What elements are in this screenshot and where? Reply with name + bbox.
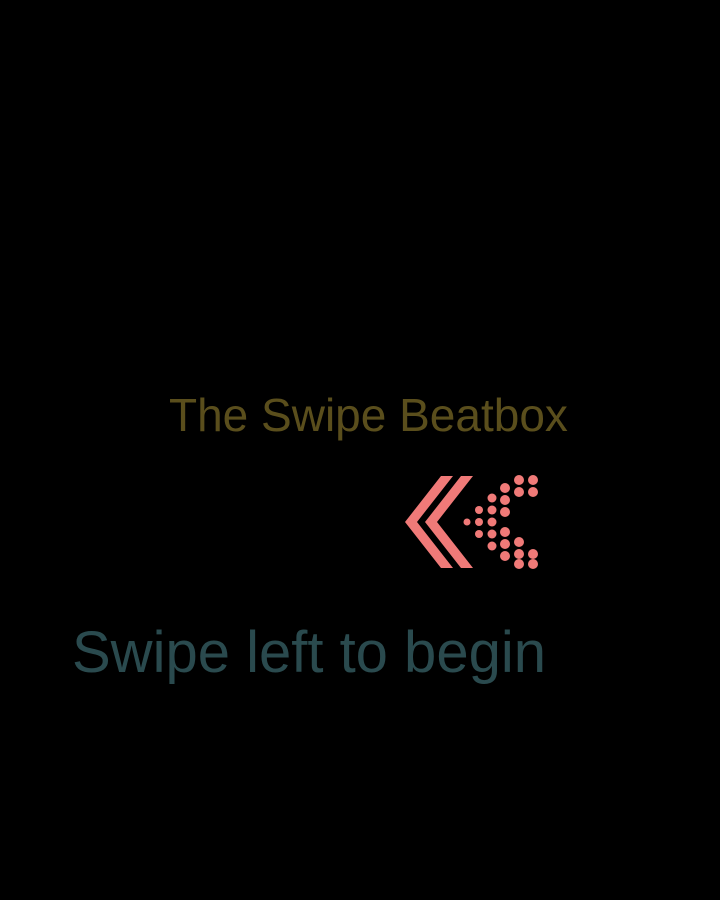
chevron-dot [528,475,538,485]
chevron-dot [514,487,524,497]
app-title: The Swipe Beatbox [169,389,568,441]
chevron-dot [487,493,497,503]
chevron-dot [514,549,524,559]
chevron-dot [528,559,538,569]
chevron-dot [475,506,483,514]
chevron-dot [500,507,510,517]
swipe-hint: Swipe left to begin [72,620,546,685]
swipe-left-chevron-icon [405,472,547,572]
chevron-dot [475,518,483,526]
chevron-dot [487,517,497,527]
chevron-dot [500,495,510,505]
chevron-dot [500,551,510,561]
chevron-dot [514,475,524,485]
chevron-dot [487,541,497,551]
chevron-dot [500,483,510,493]
app-screen[interactable]: The Swipe Beatbox Swipe left to begin [0,0,720,900]
chevron-dot [500,527,510,537]
chevron-dot [514,537,524,547]
chevron-dot [514,559,524,569]
chevron-dot [528,487,538,497]
chevron-dot [475,530,483,538]
chevron-dot [500,539,510,549]
chevron-dot [528,549,538,559]
chevron-dots [463,475,538,569]
chevron-dot [487,505,497,515]
chevron-dot [463,518,471,526]
chevron-dot [487,529,497,539]
